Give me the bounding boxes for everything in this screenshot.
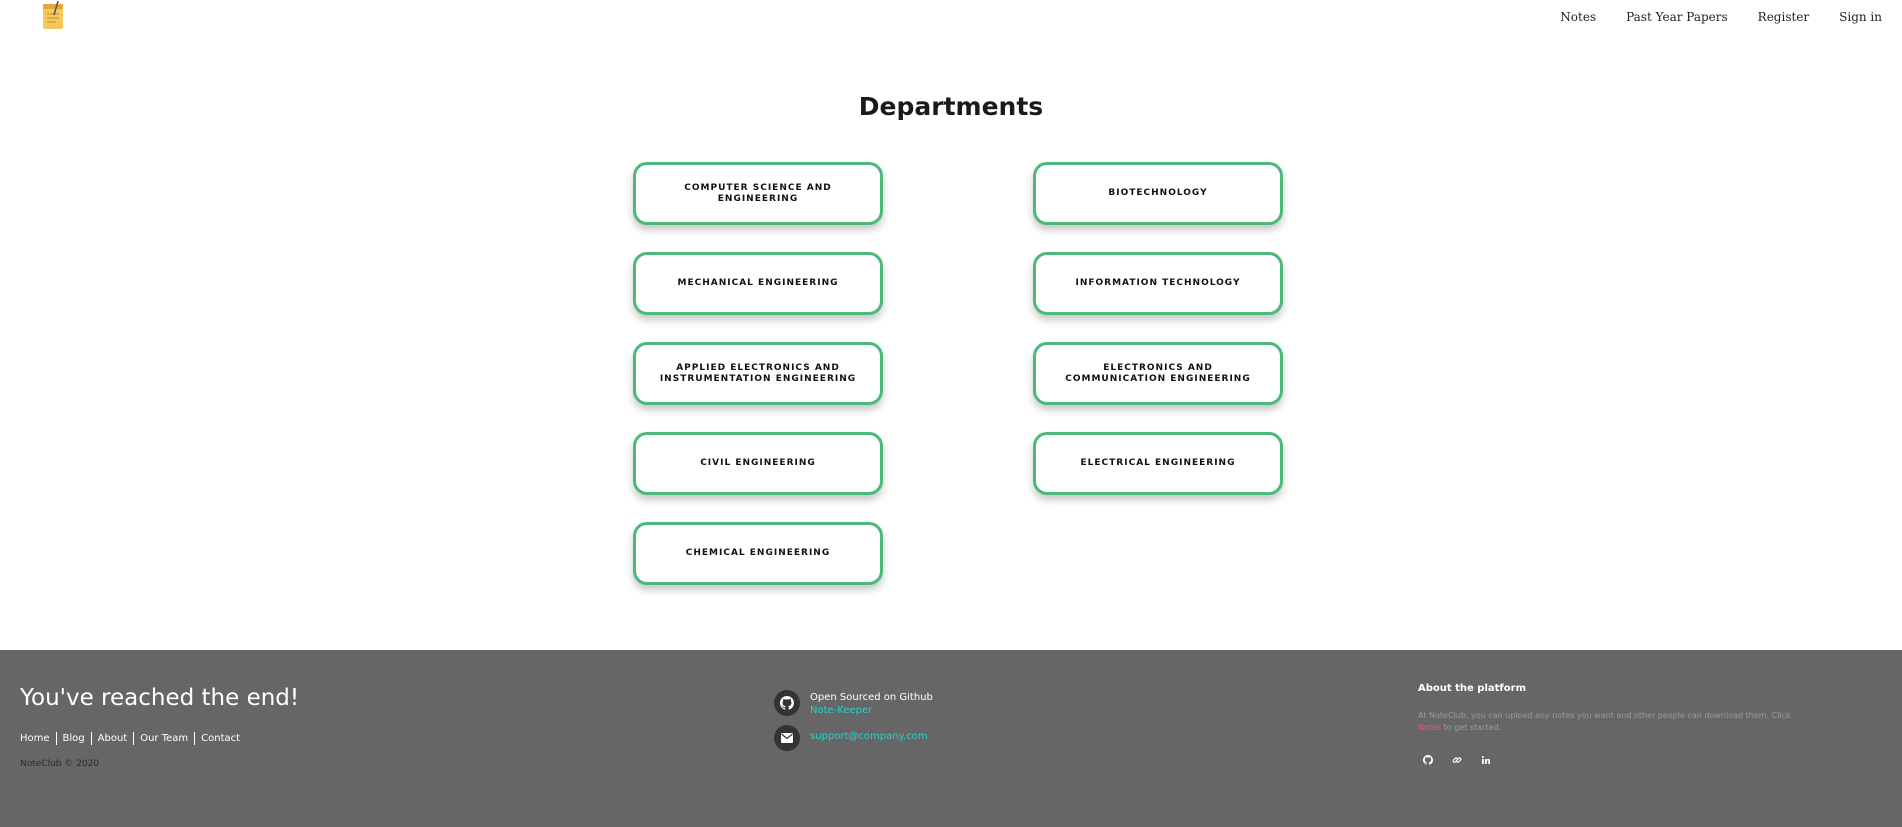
footer-link-home[interactable]: Home bbox=[20, 733, 50, 744]
department-label: COMPUTER SCIENCE AND ENGINEERING bbox=[684, 182, 832, 204]
department-card-chemical[interactable]: CHEMICAL ENGINEERING bbox=[633, 522, 883, 585]
top-navbar: Notes Past Year Papers Register Sign in bbox=[0, 0, 1902, 36]
footer-link-contact[interactable]: Contact bbox=[201, 733, 240, 744]
footer-link-divider bbox=[194, 732, 196, 745]
footer-link-blog[interactable]: Blog bbox=[63, 733, 85, 744]
department-card-ece[interactable]: ELECTRONICS AND COMMUNICATION ENGINEERIN… bbox=[1033, 342, 1283, 405]
department-label: BIOTECHNOLOGY bbox=[1108, 188, 1208, 198]
nav-sign-in-link[interactable]: Sign in bbox=[1839, 10, 1882, 24]
nav-past-year-papers-link[interactable]: Past Year Papers bbox=[1626, 10, 1728, 24]
nav-notes-link[interactable]: Notes bbox=[1560, 10, 1596, 24]
github-icon[interactable] bbox=[1418, 752, 1438, 768]
support-email-link[interactable]: support@company.com bbox=[810, 731, 928, 742]
department-card-mechanical[interactable]: MECHANICAL ENGINEERING bbox=[633, 252, 883, 315]
about-text: At NoteClub, you can upload any notes yo… bbox=[1418, 710, 1798, 734]
linkedin-icon[interactable] bbox=[1476, 752, 1496, 768]
footer-link-divider bbox=[133, 732, 135, 745]
github-label: Open Sourced on Github bbox=[810, 692, 933, 703]
page-title: Departments bbox=[858, 92, 1044, 121]
notepad-logo-icon[interactable] bbox=[40, 0, 66, 31]
department-card-it[interactable]: INFORMATION TECHNOLOGY bbox=[1033, 252, 1283, 315]
department-label: APPLIED ELECTRONICS AND INSTRUMENTATION … bbox=[659, 362, 857, 384]
department-label: ELECTRICAL ENGINEERING bbox=[1080, 458, 1236, 468]
github-contact: Open Sourced on Github Note-Keeper bbox=[774, 690, 933, 716]
nav-links: Notes Past Year Papers Register Sign in bbox=[1530, 10, 1882, 24]
about-text-before: At NoteClub, you can upload any notes yo… bbox=[1418, 711, 1791, 720]
department-label: CHEMICAL ENGINEERING bbox=[685, 548, 831, 558]
department-label: CIVIL ENGINEERING bbox=[700, 458, 816, 468]
footer-link-divider bbox=[90, 732, 92, 745]
department-label: INFORMATION TECHNOLOGY bbox=[1075, 278, 1241, 288]
footer-link-divider bbox=[55, 732, 57, 745]
footer-link-about[interactable]: About bbox=[98, 733, 128, 744]
github-icon bbox=[774, 690, 800, 716]
footer-headline: You've reached the end! bbox=[20, 685, 300, 711]
about-text-after: to get started. bbox=[1441, 723, 1502, 732]
department-label: ELECTRONICS AND COMMUNICATION ENGINEERIN… bbox=[1065, 362, 1251, 384]
copyright-text: NoteClub © 2020 bbox=[20, 759, 100, 769]
about-title: About the platform bbox=[1418, 683, 1526, 694]
envelope-icon bbox=[774, 725, 800, 751]
footer: You've reached the end! Home Blog About … bbox=[0, 650, 1902, 827]
department-card-aei[interactable]: APPLIED ELECTRONICS AND INSTRUMENTATION … bbox=[633, 342, 883, 405]
footer-link-our-team[interactable]: Our Team bbox=[140, 733, 188, 744]
link-icon[interactable] bbox=[1447, 752, 1467, 768]
footer-links: Home Blog About Our Team Contact bbox=[20, 732, 240, 745]
department-card-civil[interactable]: CIVIL ENGINEERING bbox=[633, 432, 883, 495]
department-card-biotechnology[interactable]: BIOTECHNOLOGY bbox=[1033, 162, 1283, 225]
social-links bbox=[1418, 752, 1505, 768]
department-card-electrical[interactable]: ELECTRICAL ENGINEERING bbox=[1033, 432, 1283, 495]
email-contact: support@company.com bbox=[774, 725, 928, 751]
github-repo-link[interactable]: Note-Keeper bbox=[810, 705, 933, 716]
department-card-cse[interactable]: COMPUTER SCIENCE AND ENGINEERING bbox=[633, 162, 883, 225]
department-label: MECHANICAL ENGINEERING bbox=[677, 278, 839, 288]
nav-register-link[interactable]: Register bbox=[1758, 10, 1809, 24]
about-notes-link[interactable]: Notes bbox=[1418, 723, 1441, 732]
